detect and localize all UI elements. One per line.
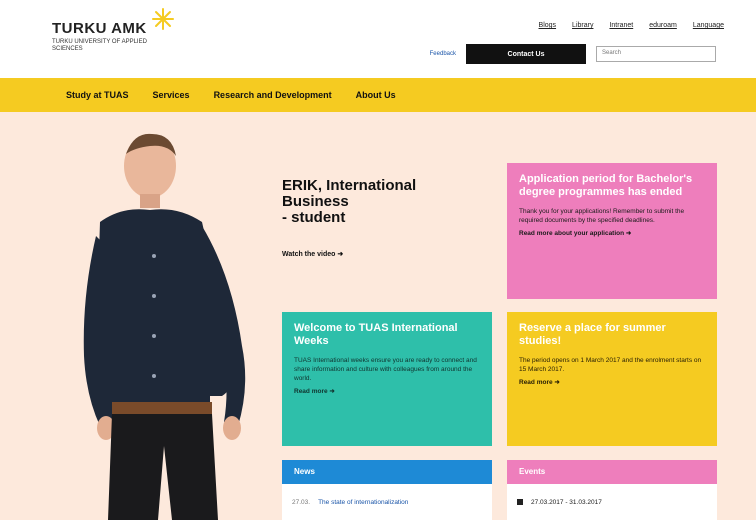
news-heading: News: [282, 460, 492, 484]
arrow-right-icon: ➜: [554, 379, 560, 386]
top-links: Blogs Library Intranet eduroam Language: [539, 22, 724, 29]
top-link-intranet[interactable]: Intranet: [609, 22, 633, 29]
application-read-more-link[interactable]: Read more about your application ➜: [519, 229, 705, 237]
news-date: 27.03.: [292, 498, 311, 506]
events-heading: Events: [507, 460, 717, 484]
application-card-title: Application period for Bachelor's degree…: [519, 173, 693, 198]
arrow-right-icon: ➜: [329, 388, 335, 395]
logo-subtitle: TURKU UNIVERSITY OF APPLIED SCIENCES: [52, 39, 147, 52]
site-header: TURKU AMK TURKU UNIVERSITY OF APPLIED SC…: [0, 0, 756, 78]
arrow-right-icon: ➜: [337, 251, 344, 258]
event-item[interactable]: 27.03.2017 - 31.03.2017: [507, 484, 717, 520]
contact-us-button[interactable]: Contact Us: [466, 44, 586, 64]
logo[interactable]: TURKU AMK TURKU UNIVERSITY OF APPLIED SC…: [52, 20, 162, 53]
news-title: The state of internationalization: [318, 498, 409, 506]
utility-row: Feedback Contact Us Search: [430, 44, 716, 64]
nav-about[interactable]: About Us: [356, 90, 396, 100]
nav-research[interactable]: Research and Development: [214, 90, 332, 100]
international-weeks-title: Welcome to TUAS International Weeks: [294, 322, 458, 347]
sun-logo-icon: [152, 8, 174, 30]
feedback-link[interactable]: Feedback: [430, 51, 456, 57]
international-weeks-card[interactable]: Welcome to TUAS International Weeks TUAS…: [282, 312, 492, 446]
watch-video-link[interactable]: Watch the video ➜: [282, 250, 343, 258]
search-input[interactable]: Search: [596, 46, 716, 62]
application-read-more-label: Read more about your application: [519, 230, 625, 237]
summer-studies-card[interactable]: Reserve a place for summer studies! The …: [507, 312, 717, 446]
logo-title: TURKU AMK: [52, 20, 147, 37]
international-weeks-read-more-label: Read more: [294, 388, 328, 395]
nav-study[interactable]: Study at TUAS: [66, 90, 129, 100]
application-card-body: Thank you for your applications! Remembe…: [519, 208, 685, 224]
summer-studies-read-more-link[interactable]: Read more ➜: [519, 378, 705, 386]
student-photo: [83, 133, 246, 520]
arrow-right-icon: ➜: [625, 230, 632, 237]
watch-video-label: Watch the video: [282, 251, 336, 258]
hero-title-line1: ERIK, International: [282, 177, 417, 194]
event-dates: 27.03.2017 - 31.03.2017: [531, 498, 602, 506]
nav-services[interactable]: Services: [153, 90, 190, 100]
hero-title-line2: Business: [282, 193, 349, 210]
summer-studies-read-more-label: Read more: [519, 379, 553, 386]
calendar-icon: [517, 499, 523, 505]
top-link-language[interactable]: Language: [693, 22, 724, 29]
hero-title-line3: - student: [282, 209, 346, 226]
summer-studies-body: The period opens on 1 March 2017 and the…: [519, 357, 702, 373]
international-weeks-body: TUAS International weeks ensure you are …: [294, 357, 477, 382]
application-card[interactable]: Application period for Bachelor's degree…: [507, 163, 717, 299]
main-nav: Study at TUAS Services Research and Deve…: [0, 78, 756, 112]
summer-studies-title: Reserve a place for summer studies!: [519, 322, 666, 347]
top-link-eduroam[interactable]: eduroam: [649, 22, 677, 29]
news-item[interactable]: 27.03. The state of internationalization: [282, 484, 492, 520]
top-link-library[interactable]: Library: [572, 22, 593, 29]
hero-title: ERIK, International Business - student: [282, 178, 462, 226]
top-link-blogs[interactable]: Blogs: [539, 22, 557, 29]
international-weeks-read-more-link[interactable]: Read more ➜: [294, 387, 480, 395]
